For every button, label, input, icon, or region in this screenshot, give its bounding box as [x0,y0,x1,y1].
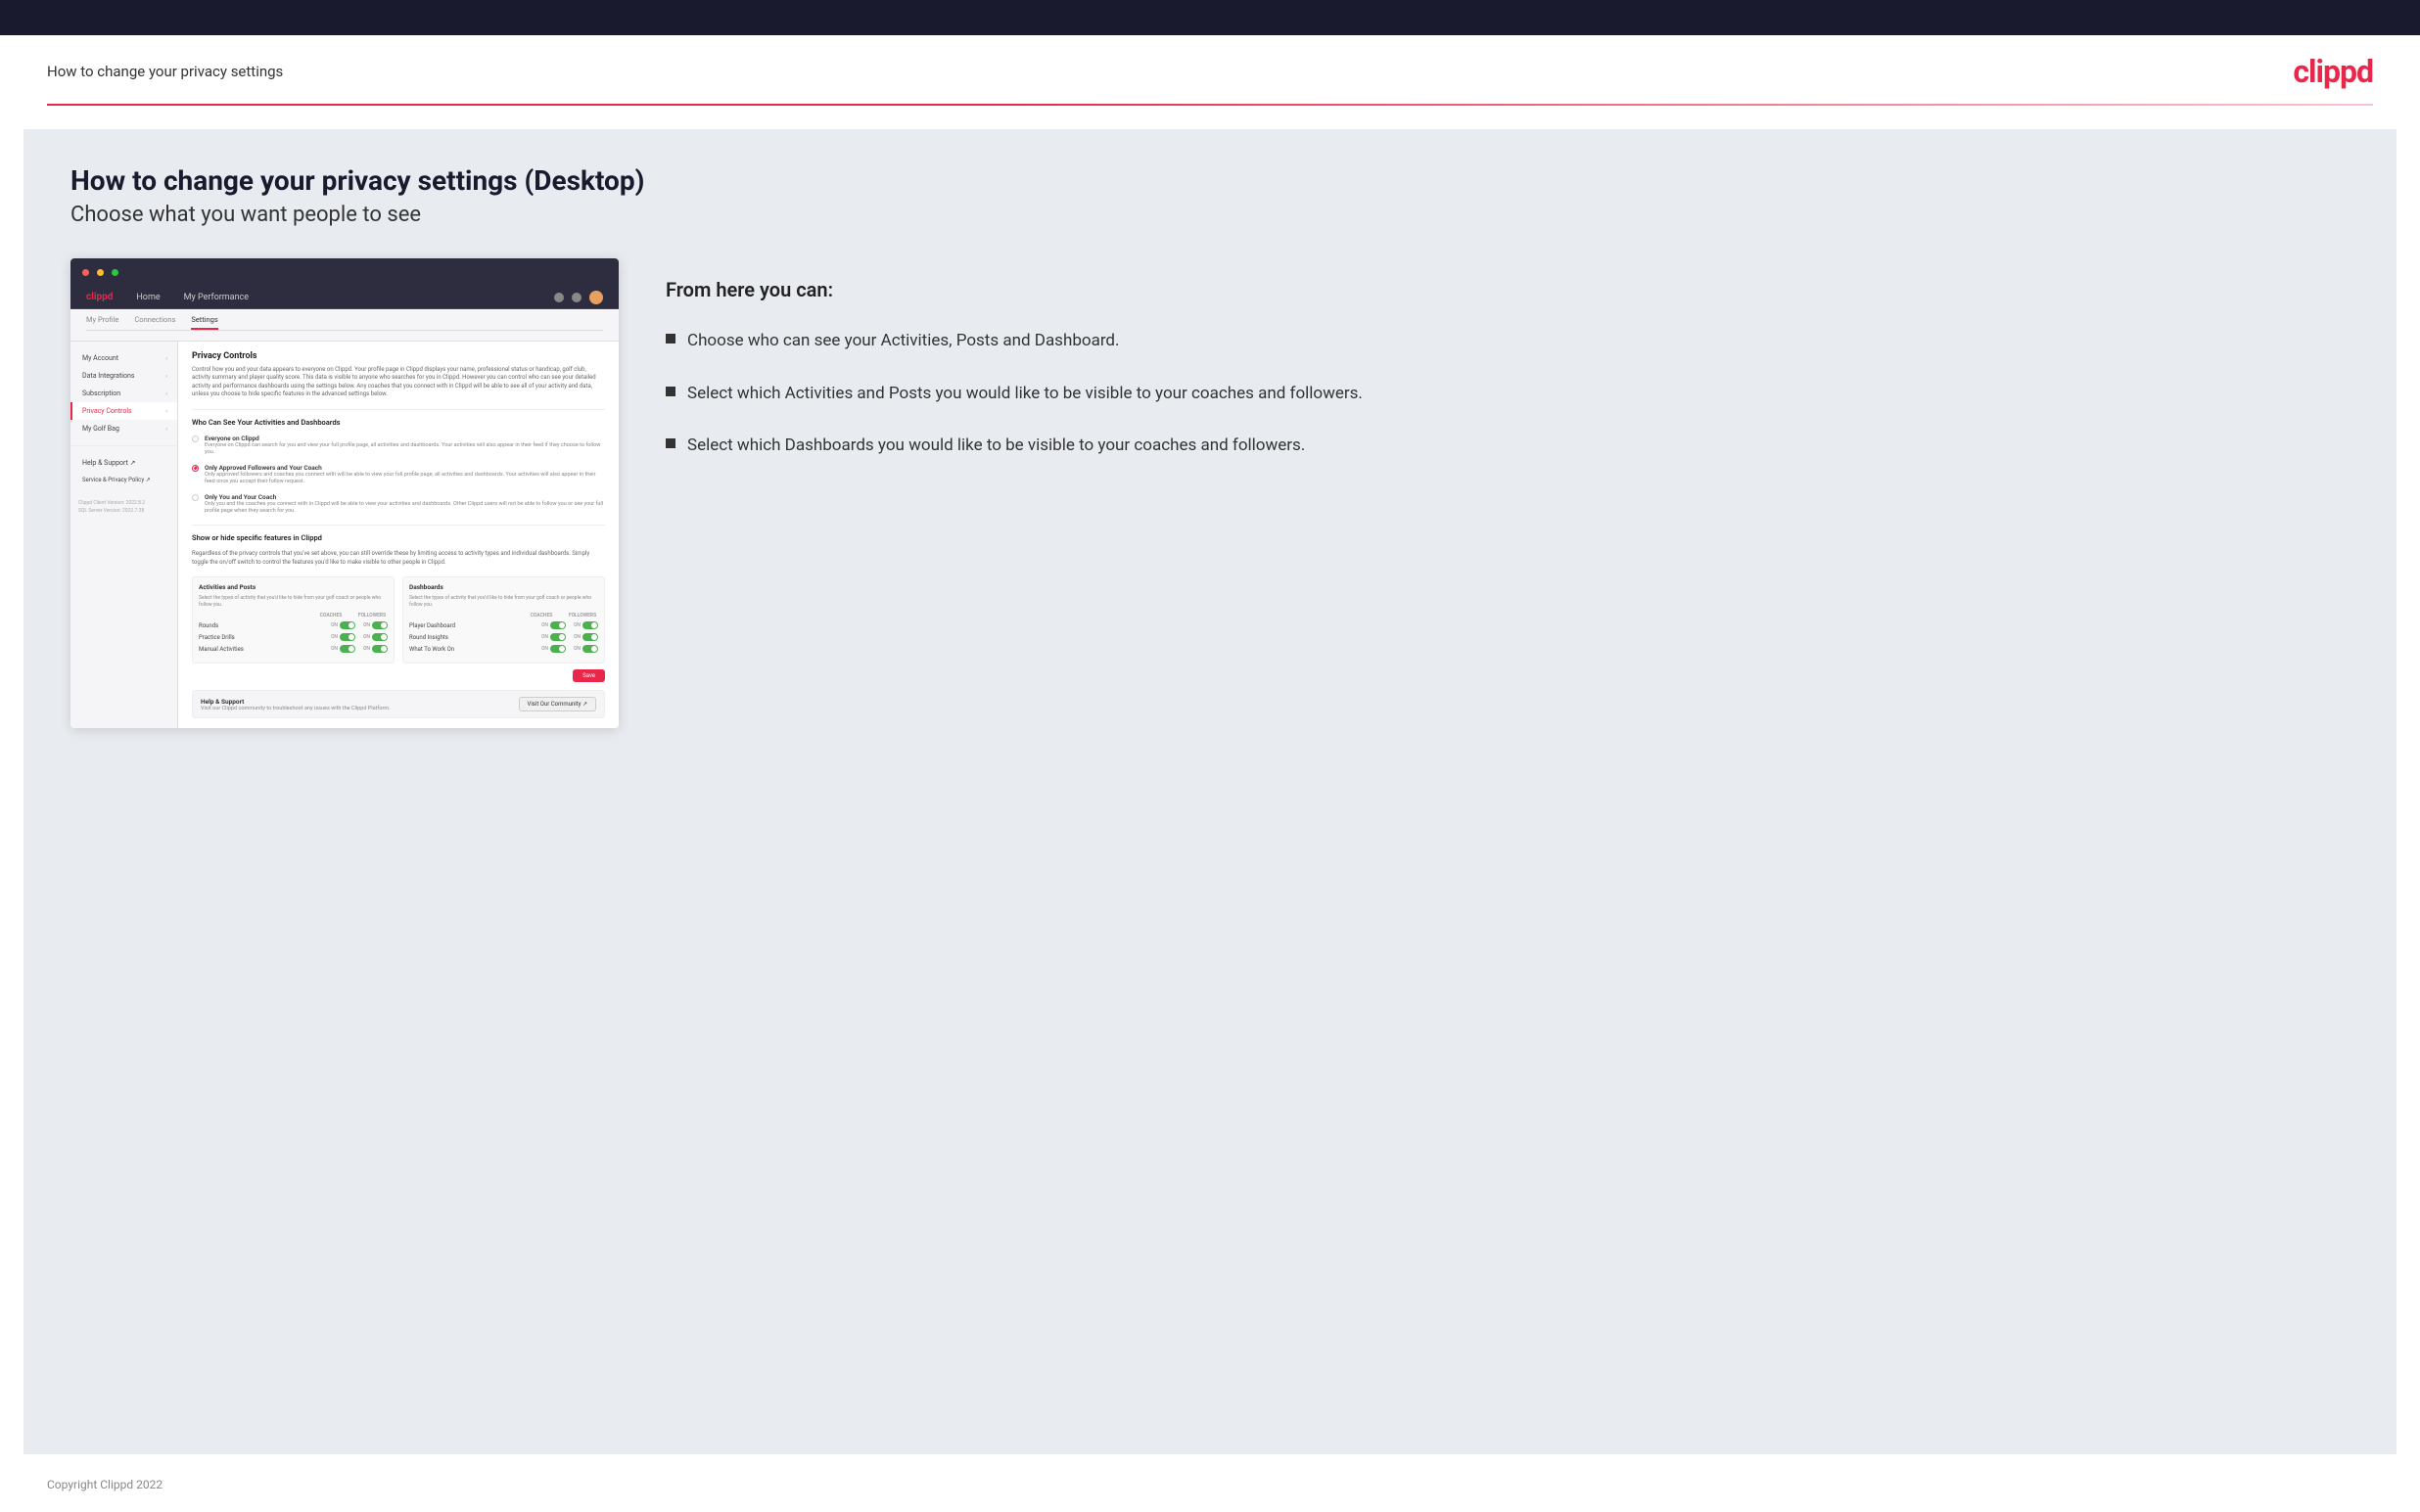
mock-avatar [589,291,603,304]
mock-divider-2 [192,525,605,526]
bullet-text-1: Choose who can see your Activities, Post… [687,329,1120,354]
mock-radio-2 [192,465,199,472]
mock-player-dash-row: Player Dashboard ON ON [409,621,598,629]
mock-sidebar: My Account › Data Integrations › Subscri… [70,342,178,728]
mock-sidebar-privacy: Privacy Controls › [70,402,177,420]
mock-topbar [70,258,619,286]
mock-sidebar-divider [70,445,177,446]
mock-sidebar-subscription: Subscription › [70,385,177,402]
right-panel: From here you can: Choose who can see yo… [666,258,2350,459]
mock-visit-community-button[interactable]: Visit Our Community ↗ [519,697,597,711]
mock-main-area: Privacy Controls Control how you and you… [178,342,619,728]
mock-radio-everyone: Everyone on Clippd Everyone on Clippd ca… [192,435,605,456]
mock-radio-group: Everyone on Clippd Everyone on Clippd ca… [192,435,605,516]
bullet-list: Choose who can see your Activities, Post… [666,329,2350,459]
bullet-text-2: Select which Activities and Posts you wo… [687,382,1363,407]
mock-what-to-work-row: What To Work On ON ON [409,645,598,653]
mock-radio-1 [192,435,199,442]
mock-navigation: clippd Home My Performance [70,286,619,309]
mock-activities-col: Activities and Posts Select the types of… [192,576,395,664]
main-content: How to change your privacy settings (Des… [23,129,2397,1454]
bullet-square-1 [666,334,675,344]
mock-nav-icons [554,291,603,304]
bullet-square-2 [666,387,675,396]
bullet-text-3: Select which Dashboards you would like t… [687,434,1305,459]
mock-body: My Account › Data Integrations › Subscri… [70,342,619,728]
mock-show-hide-title: Show or hide specific features in Clippd [192,533,605,542]
screenshot-mockup: clippd Home My Performance My Profile Co… [70,258,619,728]
mock-tab-connections: Connections [134,315,175,330]
mock-manual-row: Manual Activities ON ON [199,645,388,653]
logo: clippd [2293,53,2373,90]
page-heading: How to change your privacy settings (Des… [70,164,2350,197]
mock-logo: clippd [86,292,113,302]
mock-search-icon [554,293,564,302]
mock-nav-home: Home [136,293,160,302]
mock-nav-performance: My Performance [184,293,249,302]
right-panel-title: From here you can: [666,278,2350,301]
mock-rounds-row: Rounds ON ON [199,621,388,629]
screenshot-frame: clippd Home My Performance My Profile Co… [70,258,619,728]
page-subheading: Choose what you want people to see [70,203,2350,227]
top-bar [0,0,2420,35]
header-divider [47,104,2373,106]
mock-privacy-desc: Control how you and your data appears to… [192,366,605,399]
mock-round-insights-row: Round Insights ON ON [409,633,598,641]
two-column-layout: clippd Home My Performance My Profile Co… [70,258,2350,728]
mock-radio-coach-only: Only You and Your Coach Only you and the… [192,493,605,515]
mock-features: Activities and Posts Select the types of… [192,576,605,664]
mock-tab-settings: Settings [191,315,217,330]
bullet-item-3: Select which Dashboards you would like t… [666,434,2350,459]
mock-tab-profile: My Profile [86,315,118,330]
mock-show-hide-desc: Regardless of the privacy controls that … [192,550,605,567]
mock-practice-row: Practice Drills ON ON [199,633,388,641]
header-title: How to change your privacy settings [47,63,283,80]
mock-sidebar-data: Data Integrations › [70,367,177,385]
mock-user-icon [572,293,582,302]
mock-version: Clippd Client Version: 2022.8.2SQL Serve… [70,500,177,515]
mock-radio-followers: Only Approved Followers and Your Coach O… [192,464,605,485]
mock-dashboards-col: Dashboards Select the types of activity … [402,576,605,664]
mock-who-can-see-title: Who Can See Your Activities and Dashboar… [192,418,605,427]
mock-save-row: Save [192,669,605,682]
mock-tabs: My Profile Connections Settings [86,315,603,331]
header: How to change your privacy settings clip… [0,35,2420,104]
mock-sidebar-service: Service & Privacy Policy ↗ [70,472,177,488]
footer: Copyright Clippd 2022 [0,1454,2420,1512]
mock-save-button[interactable]: Save [573,669,605,682]
mock-sidebar-account: My Account › [70,349,177,367]
footer-copyright: Copyright Clippd 2022 [47,1478,163,1491]
mock-privacy-title: Privacy Controls [192,351,605,361]
bullet-square-3 [666,438,675,448]
mock-sidebar-help: Help & Support ↗ [70,454,177,472]
bullet-item-2: Select which Activities and Posts you wo… [666,382,2350,407]
mock-tabs-container: My Profile Connections Settings [70,309,619,342]
mock-radio-3 [192,494,199,501]
mock-help-section: Help & Support Visit our Clippd communit… [192,690,605,718]
mock-sidebar-golfbag: My Golf Bag › [70,420,177,437]
bullet-item-1: Choose who can see your Activities, Post… [666,329,2350,354]
mock-divider-1 [192,409,605,410]
